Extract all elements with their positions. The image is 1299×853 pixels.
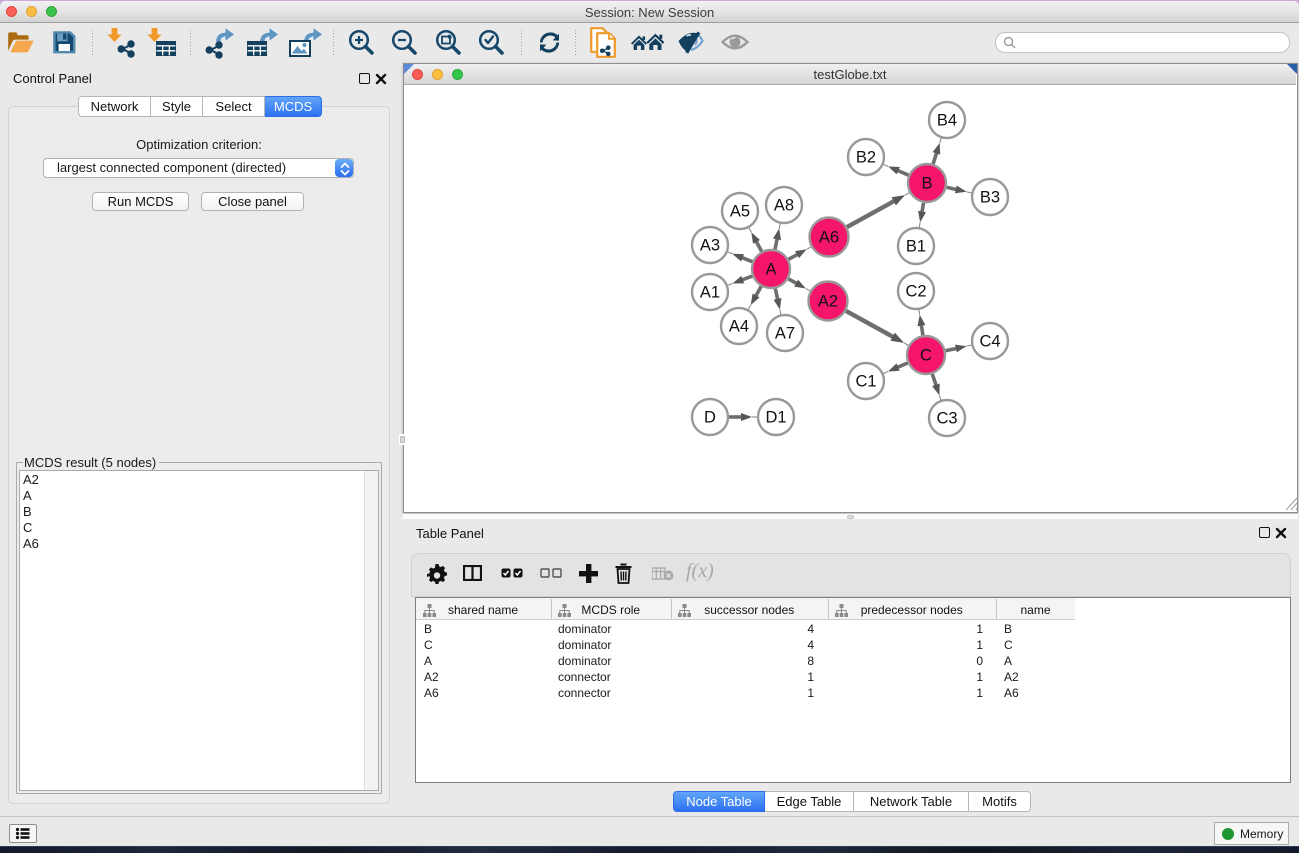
svg-text:A7: A7 [775, 325, 795, 343]
svg-text:C3: C3 [936, 410, 957, 428]
svg-text:A2: A2 [818, 293, 838, 311]
svg-text:A6: A6 [819, 229, 839, 247]
svg-text:A3: A3 [700, 237, 720, 255]
svg-text:A4: A4 [729, 318, 749, 336]
svg-text:D1: D1 [765, 409, 786, 427]
svg-text:D: D [704, 409, 716, 427]
svg-text:B4: B4 [937, 112, 957, 130]
svg-text:C: C [920, 347, 932, 365]
svg-text:A1: A1 [700, 284, 720, 302]
svg-text:B2: B2 [856, 149, 876, 167]
svg-text:A5: A5 [730, 203, 750, 221]
svg-text:C4: C4 [979, 333, 1000, 351]
svg-text:C1: C1 [855, 373, 876, 391]
svg-text:C2: C2 [905, 283, 926, 301]
svg-text:A: A [765, 261, 776, 279]
svg-text:B: B [921, 175, 932, 193]
svg-text:B1: B1 [906, 238, 926, 256]
svg-text:A8: A8 [774, 197, 794, 215]
svg-text:B3: B3 [980, 189, 1000, 207]
